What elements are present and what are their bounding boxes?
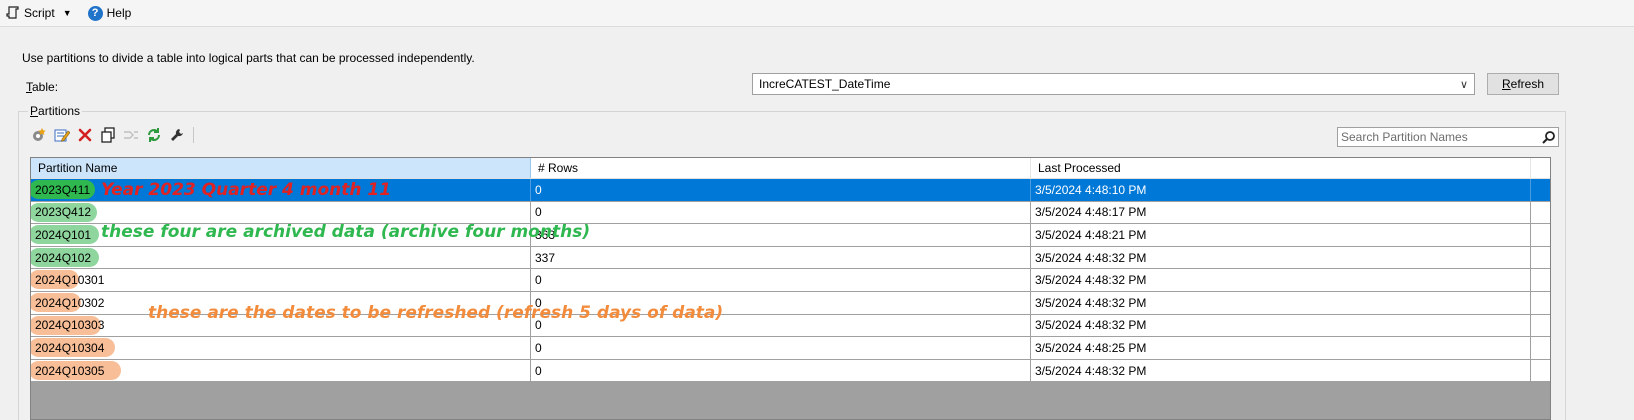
script-icon — [6, 6, 19, 19]
partition-name-cell[interactable]: 2024Q102 — [31, 246, 531, 269]
table-row[interactable]: 2024Q10303 0 3/5/2024 4:48:32 PM — [31, 314, 1550, 338]
last-processed-cell[interactable]: 3/5/2024 4:48:25 PM — [1031, 337, 1531, 359]
last-processed-cell[interactable]: 3/5/2024 4:48:32 PM — [1031, 246, 1531, 269]
table-row[interactable]: 2024Q10301 0 3/5/2024 4:48:32 PM — [31, 269, 1550, 292]
filler-cell — [1531, 337, 1550, 359]
partitions-group-label: Partitions — [28, 104, 83, 118]
rows-cell[interactable]: 0 — [531, 201, 1031, 224]
partition-name: 2024Q101 — [35, 227, 92, 242]
rows-cell[interactable]: 0 — [531, 179, 1031, 201]
new-partition-icon[interactable] — [30, 126, 48, 144]
partition-name-cell[interactable]: 2023Q412 — [31, 201, 531, 224]
partition-name: 2024Q10301 — [35, 273, 105, 288]
partition-name: 2024Q10303 — [35, 318, 105, 333]
partition-name-cell[interactable]: 2024Q10302 — [31, 291, 531, 314]
last-processed-cell[interactable]: 3/5/2024 4:48:32 PM — [1031, 269, 1531, 291]
column-header-partition-name[interactable]: Partition Name — [31, 158, 531, 178]
chevron-down-icon[interactable]: ∨ — [1454, 78, 1474, 91]
last-processed-cell[interactable]: 3/5/2024 4:48:17 PM — [1031, 201, 1531, 224]
partition-name: 2023Q412 — [35, 205, 92, 220]
table-label: Table: — [26, 80, 59, 94]
last-processed-cell[interactable]: 3/5/2024 4:48:32 PM — [1031, 291, 1531, 314]
table-row[interactable]: 2024Q10302 0 3/5/2024 4:48:32 PM — [31, 291, 1550, 315]
chevron-down-icon[interactable]: ▼ — [63, 8, 72, 18]
partition-name-cell[interactable]: 2023Q411 — [31, 179, 531, 201]
partition-name: 2024Q10302 — [35, 295, 105, 310]
rows-cell[interactable]: 0 — [531, 314, 1031, 337]
partition-name-cell[interactable]: 2024Q10304 — [31, 337, 531, 359]
filler-cell — [1531, 292, 1550, 314]
partition-name-cell[interactable]: 2024Q10303 — [31, 314, 531, 337]
table-select-value: IncreCATEST_DateTime — [759, 77, 891, 91]
table-row[interactable]: 2024Q10305 0 3/5/2024 4:48:32 PM — [31, 359, 1550, 383]
table-select[interactable]: IncreCATEST_DateTime ∨ — [752, 73, 1475, 95]
grid-header: Partition Name # Rows Last Processed — [31, 158, 1550, 179]
edit-partition-icon[interactable] — [53, 126, 71, 144]
rows-cell[interactable]: 0 — [531, 337, 1031, 359]
last-processed-cell[interactable]: 3/5/2024 4:48:32 PM — [1031, 314, 1531, 337]
properties-wrench-icon[interactable] — [168, 126, 186, 144]
description-text: Use partitions to divide a table into lo… — [22, 51, 475, 65]
table-row[interactable]: 2024Q101 363 3/5/2024 4:48:21 PM — [31, 224, 1550, 247]
partition-name: 2023Q411 — [35, 182, 91, 197]
copy-icon[interactable] — [99, 126, 117, 144]
script-label: Script — [24, 6, 55, 20]
rows-cell[interactable]: 0 — [531, 291, 1031, 314]
column-header-filler — [1531, 158, 1550, 178]
partition-name-cell[interactable]: 2024Q101 — [31, 224, 531, 246]
last-processed-cell[interactable]: 3/5/2024 4:48:21 PM — [1031, 224, 1531, 246]
search-partition-box[interactable] — [1337, 127, 1559, 147]
partition-name: 2024Q10305 — [35, 363, 105, 378]
partition-toolbar — [30, 126, 194, 144]
filler-cell — [1531, 360, 1550, 382]
rows-cell[interactable]: 0 — [531, 359, 1031, 382]
help-button[interactable]: ? Help — [78, 2, 132, 24]
table-row[interactable]: 2024Q102 337 3/5/2024 4:48:32 PM — [31, 246, 1550, 270]
filler-cell — [1531, 224, 1550, 246]
rows-cell[interactable]: 0 — [531, 269, 1031, 291]
search-input[interactable] — [1338, 129, 1540, 145]
column-header-last-processed[interactable]: Last Processed — [1031, 158, 1531, 178]
partitions-grid[interactable]: Partition Name # Rows Last Processed 202… — [30, 157, 1551, 420]
search-icon[interactable] — [1540, 130, 1558, 144]
table-row[interactable]: 2024Q10304 0 3/5/2024 4:48:25 PM — [31, 337, 1550, 360]
rows-cell[interactable]: 363 — [531, 224, 1031, 246]
delete-icon[interactable] — [76, 126, 94, 144]
refresh-button[interactable]: Refresh — [1487, 73, 1559, 95]
table-row[interactable]: 2023Q411 0 3/5/2024 4:48:10 PM — [31, 179, 1550, 202]
last-processed-cell[interactable]: 3/5/2024 4:48:32 PM — [1031, 359, 1531, 382]
script-menu-button[interactable]: Script ▼ — [6, 2, 72, 24]
process-icon[interactable] — [145, 126, 163, 144]
filler-cell — [1531, 315, 1550, 337]
table-row[interactable]: 2023Q412 0 3/5/2024 4:48:17 PM — [31, 201, 1550, 225]
top-toolbar: Script ▼ ? Help — [0, 0, 1634, 27]
partition-name-cell[interactable]: 2024Q10305 — [31, 359, 531, 382]
help-label: Help — [106, 6, 132, 20]
filler-cell — [1531, 202, 1550, 224]
filler-cell — [1531, 179, 1550, 201]
grid-body: 2023Q411 0 3/5/2024 4:48:10 PM 2023Q412 0 3/5… — [31, 179, 1550, 383]
help-icon: ? — [87, 5, 103, 21]
partition-name: 2024Q10304 — [35, 340, 105, 355]
last-processed-cell[interactable]: 3/5/2024 4:48:10 PM — [1031, 179, 1531, 201]
partition-name-cell[interactable]: 2024Q10301 — [31, 269, 531, 291]
toolbar-separator — [193, 127, 194, 143]
filler-cell — [1531, 269, 1550, 291]
filler-cell — [1531, 247, 1550, 269]
column-header-rows[interactable]: # Rows — [531, 158, 1031, 178]
rows-cell[interactable]: 337 — [531, 246, 1031, 269]
merge-icon[interactable] — [122, 126, 140, 144]
partition-name: 2024Q102 — [35, 250, 92, 265]
